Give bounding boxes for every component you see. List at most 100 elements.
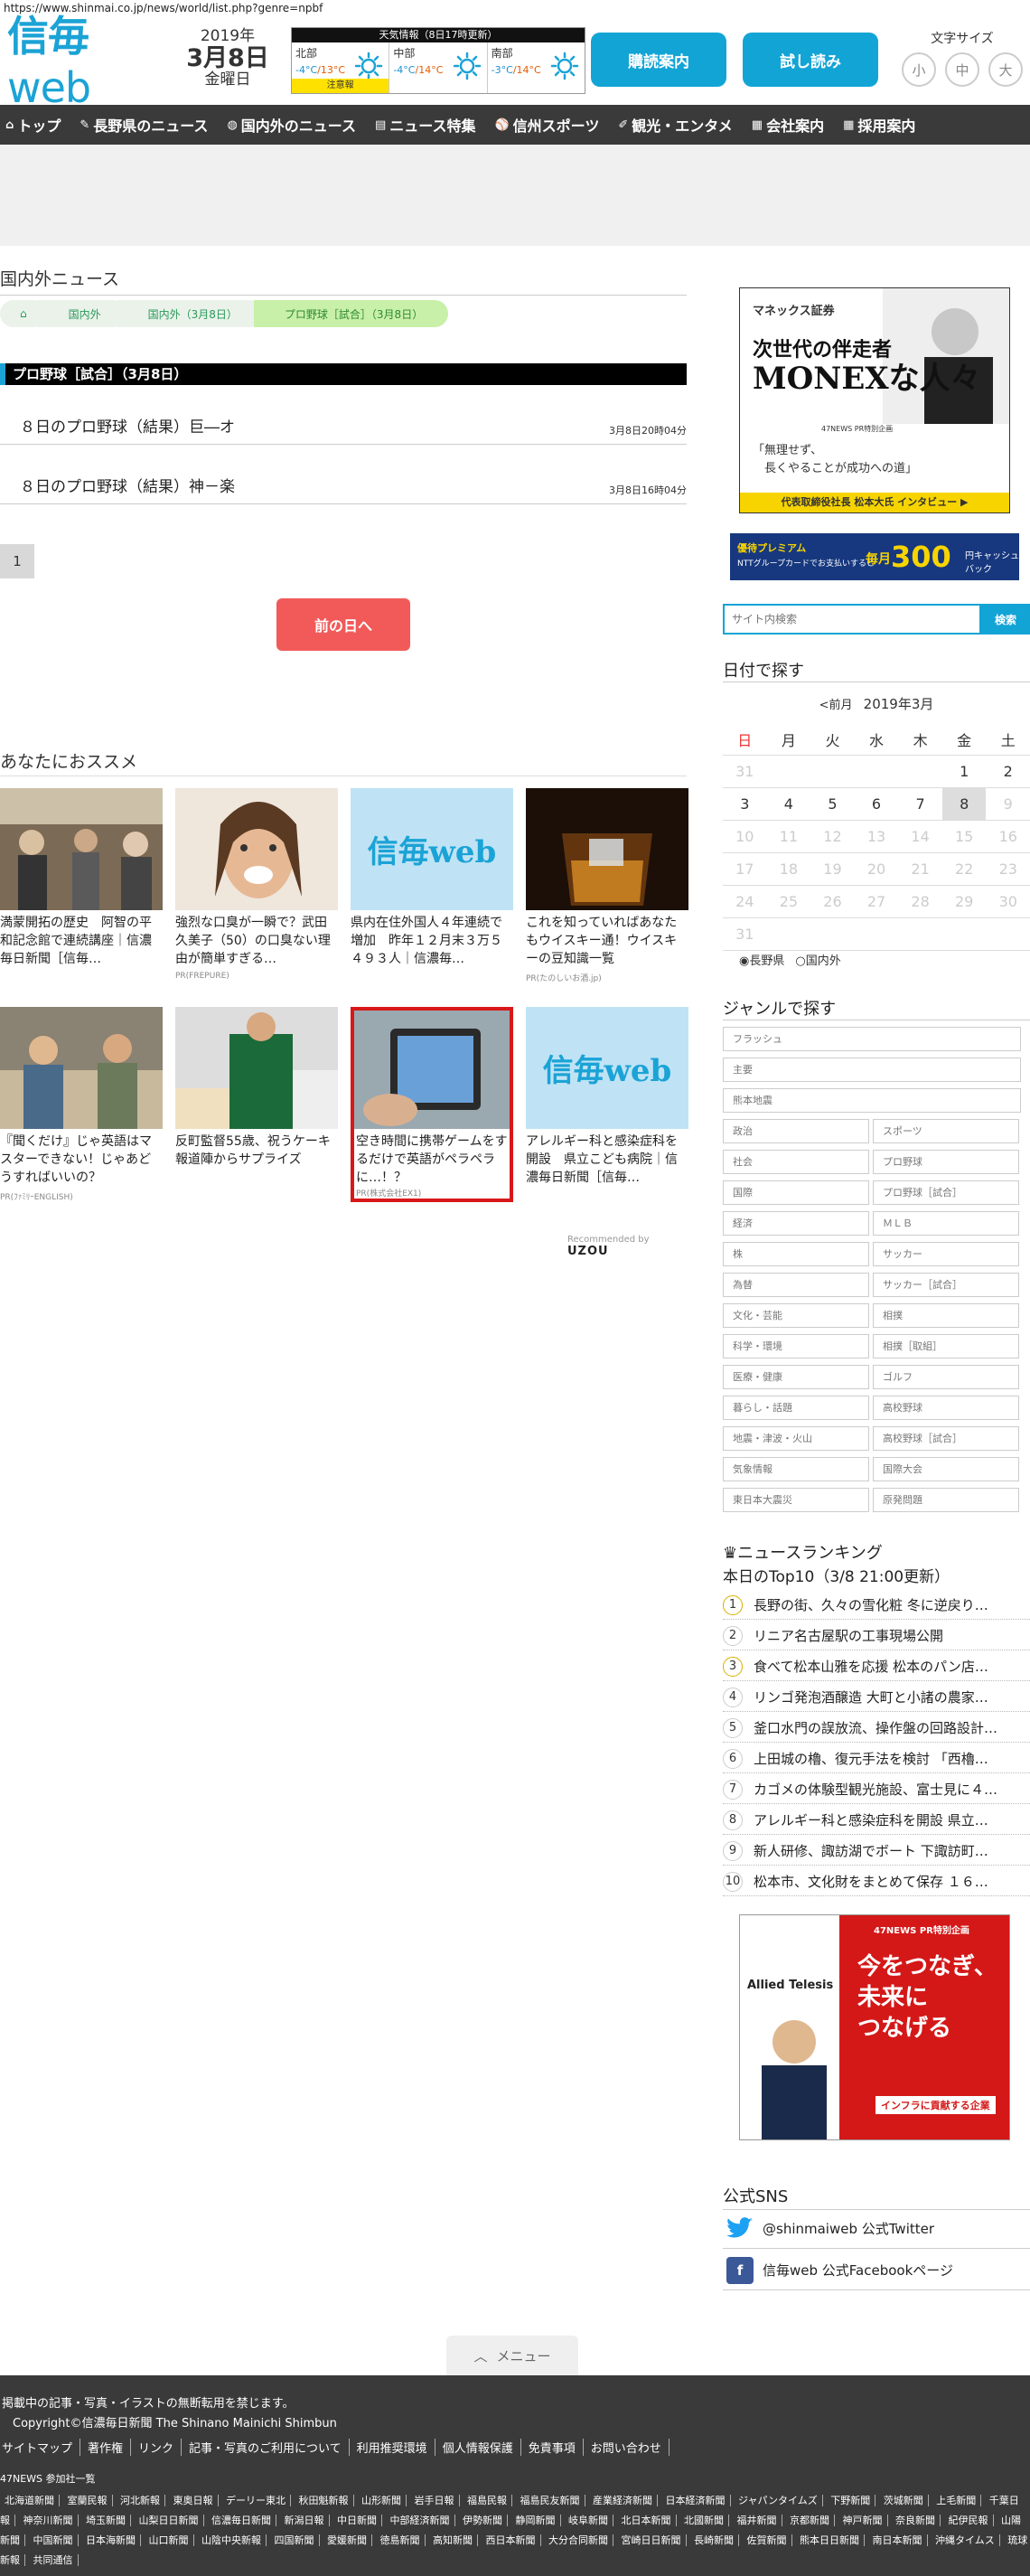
genre-item[interactable]: ＭＬＢ bbox=[873, 1211, 1019, 1236]
breadcrumb-item[interactable]: 国内外（3月8日） bbox=[117, 300, 263, 327]
article-item[interactable]: ８日のプロ野球（結果）巨―オ 3月8日20時04分 bbox=[0, 401, 687, 445]
twitter-link[interactable]: @shinmaiweb 公式Twitter bbox=[723, 2209, 1030, 2249]
nav-world[interactable]: ◍ 国内外のニュース bbox=[227, 114, 356, 136]
paper-link[interactable]: 長崎新聞 bbox=[689, 2534, 739, 2546]
paper-link[interactable]: 茨城新聞 bbox=[878, 2495, 929, 2506]
paper-link[interactable]: 宮崎日日新聞 bbox=[616, 2534, 687, 2546]
paper-link[interactable]: 埼玉新聞 bbox=[81, 2515, 131, 2526]
paper-link[interactable]: 山陰中央新報 bbox=[197, 2534, 267, 2546]
calendar-day[interactable]: 2 bbox=[986, 756, 1030, 787]
genre-item[interactable]: 国際大会 bbox=[873, 1457, 1019, 1481]
paper-link[interactable]: 信濃毎日新聞 bbox=[207, 2515, 276, 2526]
paper-link[interactable]: 産業経済新聞 bbox=[588, 2495, 658, 2506]
paper-link[interactable]: 新潟日報 bbox=[279, 2515, 330, 2526]
paper-link[interactable]: 河北新報 bbox=[116, 2495, 165, 2506]
paper-link[interactable]: 徳島新聞 bbox=[375, 2534, 426, 2546]
genre-item[interactable]: プロ野球 bbox=[873, 1150, 1019, 1174]
paper-link[interactable]: 東奥日報 bbox=[168, 2495, 219, 2506]
footer-link[interactable]: 免責事項 bbox=[521, 2439, 584, 2456]
recommend-card[interactable]: 反町監督55歳、祝うケーキ 報道陣からサプライズ bbox=[175, 1007, 338, 1187]
nav-top[interactable]: ⌂ トップ bbox=[5, 114, 61, 136]
uzou-logo[interactable]: UZOU bbox=[567, 1245, 609, 1258]
paper-link[interactable]: 共同通信 bbox=[28, 2554, 79, 2566]
genre-item[interactable]: 気象情報 bbox=[723, 1457, 869, 1481]
genre-item[interactable]: 高校野球 bbox=[873, 1396, 1019, 1420]
paper-link[interactable]: 北海道新聞 bbox=[0, 2495, 60, 2506]
genre-item[interactable]: 相撲［取組］ bbox=[873, 1334, 1019, 1359]
ranking-item[interactable]: 6 上田城の櫓、復元手法を検討 「西櫓… bbox=[723, 1744, 1030, 1773]
paper-link[interactable]: 福島民報 bbox=[463, 2495, 512, 2506]
paper-link[interactable]: 福島民友新聞 bbox=[515, 2495, 585, 2506]
genre-item[interactable]: 文化・芸能 bbox=[723, 1303, 869, 1328]
genre-item[interactable]: ゴルフ bbox=[873, 1365, 1019, 1389]
paper-link[interactable]: 紀伊民報 bbox=[943, 2515, 994, 2526]
calendar-day[interactable]: 4 bbox=[767, 788, 811, 820]
paper-link[interactable]: 中国新聞 bbox=[28, 2534, 79, 2546]
genre-item[interactable]: スポーツ bbox=[873, 1119, 1019, 1143]
scope-world[interactable]: ○国内外 bbox=[795, 951, 840, 968]
calendar-day[interactable]: 1 bbox=[942, 756, 987, 787]
scope-nagano[interactable]: ◉長野県 bbox=[739, 951, 784, 968]
ranking-item[interactable]: 5 釜口水門の誤放流、操作盤の回路設計… bbox=[723, 1714, 1030, 1743]
paper-link[interactable]: 高知新聞 bbox=[428, 2534, 478, 2546]
allied-telesis-ad[interactable]: Allied Telesis 47NEWS PR特別企画 今をつなぎ、 未来に … bbox=[739, 1914, 1010, 2140]
paper-link[interactable]: 山形新聞 bbox=[357, 2495, 407, 2506]
footer-link[interactable]: リンク bbox=[131, 2439, 183, 2456]
calendar-day-selected[interactable]: 8 bbox=[941, 788, 987, 820]
genre-item[interactable]: 科学・環境 bbox=[723, 1334, 869, 1359]
font-small-button[interactable]: 小 bbox=[902, 52, 936, 87]
site-logo[interactable]: 信毎web bbox=[7, 12, 166, 112]
genre-item[interactable]: 主要 bbox=[723, 1058, 1021, 1082]
paper-link[interactable]: 奈良新聞 bbox=[891, 2515, 941, 2526]
paper-link[interactable]: 佐賀新聞 bbox=[742, 2534, 792, 2546]
paper-link[interactable]: 岐阜新聞 bbox=[564, 2515, 613, 2526]
ranking-item[interactable]: 9 新人研修、諏訪湖でボート 下諏訪町… bbox=[723, 1837, 1030, 1866]
genre-item[interactable]: プロ野球［試合］ bbox=[873, 1180, 1019, 1205]
paper-link[interactable]: 日本経済新聞 bbox=[660, 2495, 731, 2506]
footer-link[interactable]: 記事・写真のご利用について bbox=[182, 2439, 350, 2456]
nav-sports[interactable]: ⚾ 信州スポーツ bbox=[494, 114, 599, 136]
paper-link[interactable]: 中部経済新聞 bbox=[385, 2515, 455, 2526]
article-title[interactable]: ８日のプロ野球（結果）神－楽 bbox=[20, 474, 235, 496]
genre-item[interactable]: 原発問題 bbox=[873, 1488, 1019, 1512]
ranking-item[interactable]: 7 カゴメの体験型観光施設、富士見に４… bbox=[723, 1775, 1030, 1804]
prev-day-button[interactable]: 前の日へ bbox=[276, 598, 410, 651]
search-button[interactable]: 検索 bbox=[981, 604, 1030, 635]
radio-checked-icon[interactable]: ◉ bbox=[739, 954, 749, 968]
ranking-item[interactable]: 10 松本市、文化財をまとめて保存 １６… bbox=[723, 1867, 1030, 1896]
footer-link[interactable]: お問い合わせ bbox=[584, 2439, 670, 2456]
paper-link[interactable]: 日本海新聞 bbox=[81, 2534, 141, 2546]
radio-icon[interactable]: ○ bbox=[795, 954, 805, 968]
trial-button[interactable]: 試し読み bbox=[743, 33, 878, 87]
nav-feature[interactable]: ▤ ニュース特集 bbox=[375, 114, 476, 136]
calendar-day[interactable]: 3 bbox=[723, 788, 767, 820]
weather-warning[interactable]: 注意報 bbox=[292, 79, 389, 93]
search-input[interactable] bbox=[723, 604, 981, 635]
ntt-ad[interactable]: 優待プレミアム NTTグループカードでお支払いすると 毎月 300 円キャッシュ… bbox=[730, 533, 1019, 580]
footer-link[interactable]: 著作権 bbox=[80, 2439, 132, 2456]
paper-link[interactable]: 神戸新聞 bbox=[838, 2515, 888, 2526]
article-item[interactable]: ８日のプロ野球（結果）神－楽 3月8日16時04分 bbox=[0, 461, 687, 504]
ranking-item[interactable]: 2 リニア名古屋駅の工事現場公開 bbox=[723, 1622, 1030, 1650]
recommend-card[interactable]: 『聞くだけ』じゃ英語はマスターできない！じゃあどうすればいいの？ PR(ﾌｧﾐﾘ… bbox=[0, 1007, 163, 1202]
recommend-card[interactable]: 強烈な口臭が一瞬で？武田久美子（50）の口臭ない理由が簡単すぎる… PR(FRE… bbox=[175, 788, 338, 981]
genre-item[interactable]: 相撲 bbox=[873, 1303, 1019, 1328]
paper-link[interactable]: 静岡新聞 bbox=[510, 2515, 561, 2526]
footer-menu-toggle[interactable]: ︿ メニュー bbox=[446, 2336, 578, 2375]
page-number[interactable]: 1 bbox=[0, 544, 34, 578]
paper-link[interactable]: 愛媛新聞 bbox=[323, 2534, 372, 2546]
font-large-button[interactable]: 大 bbox=[988, 52, 1023, 87]
paper-link[interactable]: 福井新聞 bbox=[732, 2515, 782, 2526]
genre-item[interactable]: 医療・健康 bbox=[723, 1365, 869, 1389]
breadcrumb-item[interactable]: 国内外 bbox=[37, 300, 126, 327]
paper-link[interactable]: 熊本日日新聞 bbox=[795, 2534, 865, 2546]
paper-link[interactable]: 大分合同新聞 bbox=[544, 2534, 613, 2546]
nav-recruit[interactable]: ▦ 採用案内 bbox=[843, 114, 915, 136]
genre-item[interactable]: 株 bbox=[723, 1242, 869, 1266]
genre-item[interactable]: サッカー［試合］ bbox=[873, 1273, 1019, 1297]
genre-item[interactable]: 社会 bbox=[723, 1150, 869, 1174]
footer-link[interactable]: 個人情報保護 bbox=[435, 2439, 521, 2456]
recommend-card-highlight[interactable]: 空き時間に携帯ゲームをするだけで英語がペラペラに…！？ PR(株式会社EX1) bbox=[351, 1007, 513, 1202]
nav-entertainment[interactable]: ✐ 観光・エンタメ bbox=[618, 114, 732, 136]
genre-item[interactable]: サッカー bbox=[873, 1242, 1019, 1266]
